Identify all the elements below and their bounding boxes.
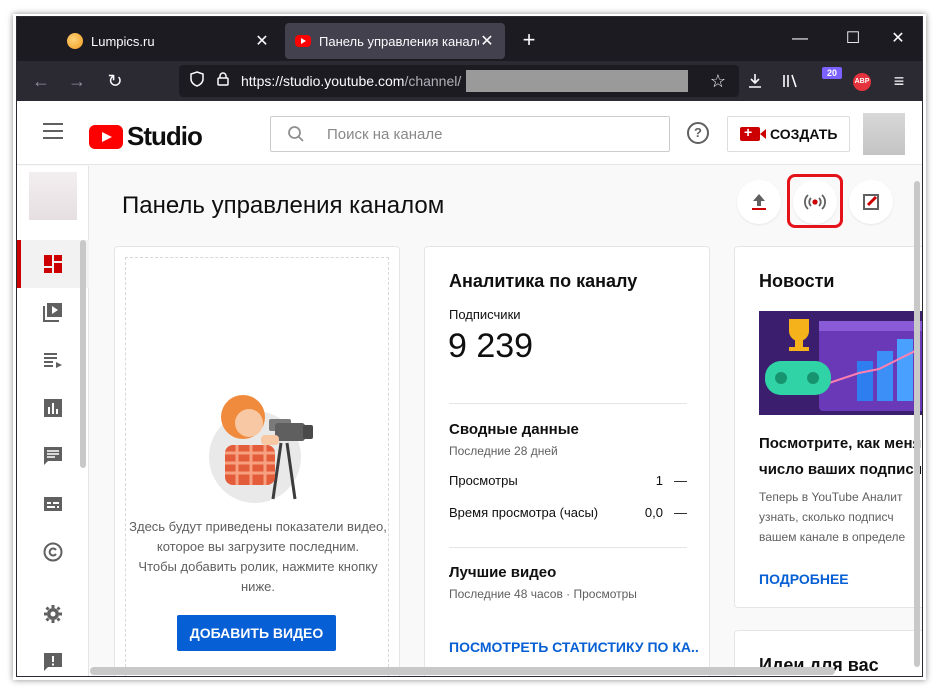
- extension-badge: 20: [822, 67, 842, 79]
- view-analytics-link[interactable]: ПОСМОТРЕТЬ СТАТИСТИКУ ПО КА...: [449, 639, 699, 655]
- redacted-url-block: [466, 70, 688, 92]
- adblock-icon[interactable]: ABP: [853, 73, 871, 91]
- minimize-button[interactable]: —: [777, 25, 823, 53]
- news-headline: Посмотрите, как меня число ваших подписч: [759, 435, 923, 478]
- url-text: https://studio.youtube.com/channel/: [241, 73, 462, 89]
- studio-logo[interactable]: Studio: [89, 121, 203, 152]
- tab-title: Панель управления каналом: [319, 33, 479, 49]
- account-avatar[interactable]: [863, 113, 905, 155]
- horizontal-scrollbar[interactable]: [90, 667, 835, 675]
- close-tab-icon[interactable]: ✕: [254, 31, 270, 51]
- video-camera-icon: [740, 124, 766, 141]
- sidebar-item-playlists[interactable]: [17, 336, 89, 384]
- navigation-bar: ← → ↻ https://studio.youtube.com/channel…: [17, 61, 922, 101]
- create-button[interactable]: СОЗДАТЬ: [727, 116, 850, 152]
- close-window-button[interactable]: ✕: [875, 25, 921, 53]
- close-tab-icon[interactable]: ✕: [479, 31, 495, 51]
- shield-icon[interactable]: [187, 71, 207, 91]
- camera-operator-illustration: [209, 395, 313, 503]
- summary-period: Последние 28 дней: [449, 444, 558, 458]
- hamburger-menu-icon[interactable]: [43, 123, 63, 139]
- page-title: Панель управления каналом: [122, 192, 445, 219]
- upload-hint-text: Здесь будут приведены показатели видео, …: [129, 519, 387, 594]
- analytics-icon: [44, 399, 62, 417]
- browser-window: Lumpics.ru ✕ Панель управления каналом ✕…: [16, 16, 923, 677]
- top-videos-period: Последние 48 часов · Просмотры: [449, 587, 637, 601]
- playlist-icon: [44, 353, 62, 368]
- search-icon: [288, 126, 304, 142]
- dashboard-main: Панель управления каналом Здесь будут пр…: [90, 166, 923, 676]
- edit-icon: [863, 194, 879, 210]
- reload-icon[interactable]: ↻: [101, 67, 129, 95]
- sidebar-item-copyright[interactable]: [17, 528, 89, 576]
- channel-avatar[interactable]: [29, 172, 77, 220]
- url-bar[interactable]: https://studio.youtube.com/channel/ ☆: [179, 65, 739, 97]
- youtube-icon: [295, 35, 311, 47]
- sidebar-item-comments[interactable]: [17, 432, 89, 480]
- upload-button[interactable]: [737, 180, 781, 224]
- video-library-icon: [43, 303, 62, 322]
- watch-time-row: Время просмотра (часы) 0,0 —: [449, 505, 687, 520]
- divider: [449, 547, 687, 548]
- subtitles-icon: [44, 497, 62, 511]
- news-body: Теперь в YouTube Аналит узнать, сколько …: [759, 490, 906, 544]
- lock-icon[interactable]: [213, 71, 233, 91]
- divider: [449, 403, 687, 404]
- lumpics-icon: [67, 33, 83, 49]
- sidebar-item-subtitles[interactable]: [17, 480, 89, 528]
- sidebar-item-content[interactable]: [17, 288, 89, 336]
- maximize-button[interactable]: ☐: [830, 25, 876, 53]
- tab-lumpics[interactable]: Lumpics.ru ✕: [57, 23, 280, 59]
- sidebar-item-feedback[interactable]: [17, 638, 89, 676]
- gear-icon: [44, 605, 62, 623]
- analytics-title: Аналитика по каналу: [449, 271, 638, 291]
- studio-header: Studio Поиск на канале ? СОЗДАТЬ: [17, 101, 922, 165]
- news-card: Новости Посмотрите, как меня число ваших…: [734, 246, 923, 608]
- highlight-frame: [787, 174, 843, 228]
- sidebar-item-analytics[interactable]: [17, 384, 89, 432]
- sidebar: [17, 166, 89, 676]
- feedback-icon: [44, 653, 62, 671]
- add-video-button[interactable]: ДОБАВИТЬ ВИДЕО: [177, 615, 336, 651]
- latest-video-card: Здесь будут приведены показатели видео, …: [114, 246, 400, 676]
- summary-title: Сводные данные: [449, 421, 579, 438]
- vertical-scrollbar[interactable]: [914, 181, 920, 667]
- news-title: Новости: [759, 271, 835, 291]
- tab-bar: Lumpics.ru ✕ Панель управления каналом ✕…: [17, 17, 922, 61]
- channel-analytics-card: Аналитика по каналу Подписчики 9 239 Сво…: [424, 246, 710, 676]
- create-post-button[interactable]: [849, 180, 893, 224]
- search-box[interactable]: Поиск на канале: [270, 116, 670, 152]
- views-row: Просмотры 1 —: [449, 473, 687, 488]
- library-icon[interactable]: [777, 67, 805, 95]
- downloads-icon[interactable]: [741, 67, 769, 95]
- comments-icon: [44, 447, 62, 465]
- menu-icon[interactable]: ≡: [885, 67, 913, 95]
- upload-icon: [752, 194, 766, 210]
- sidebar-scrollbar[interactable]: [80, 240, 86, 468]
- tab-title: Lumpics.ru: [91, 33, 155, 49]
- bookmark-star-icon[interactable]: ☆: [707, 70, 729, 92]
- new-tab-button[interactable]: +: [517, 29, 541, 53]
- forward-icon[interactable]: →: [63, 67, 91, 95]
- youtube-logo-icon: [89, 124, 123, 149]
- learn-more-link[interactable]: ПОДРОБНЕЕ: [759, 571, 849, 587]
- top-videos-title: Лучшие видео: [449, 564, 557, 581]
- sidebar-item-settings[interactable]: [17, 590, 89, 638]
- copyright-icon: [43, 542, 63, 562]
- search-placeholder: Поиск на канале: [327, 126, 443, 143]
- sidebar-item-dashboard[interactable]: [17, 240, 89, 288]
- help-icon[interactable]: ?: [687, 122, 709, 144]
- subscribers-count: 9 239: [448, 327, 534, 365]
- back-icon[interactable]: ←: [27, 67, 55, 95]
- tab-studio[interactable]: Панель управления каналом ✕: [285, 23, 505, 59]
- news-illustration: [759, 311, 922, 415]
- subscribers-label: Подписчики: [449, 307, 521, 322]
- dashboard-icon: [44, 255, 62, 273]
